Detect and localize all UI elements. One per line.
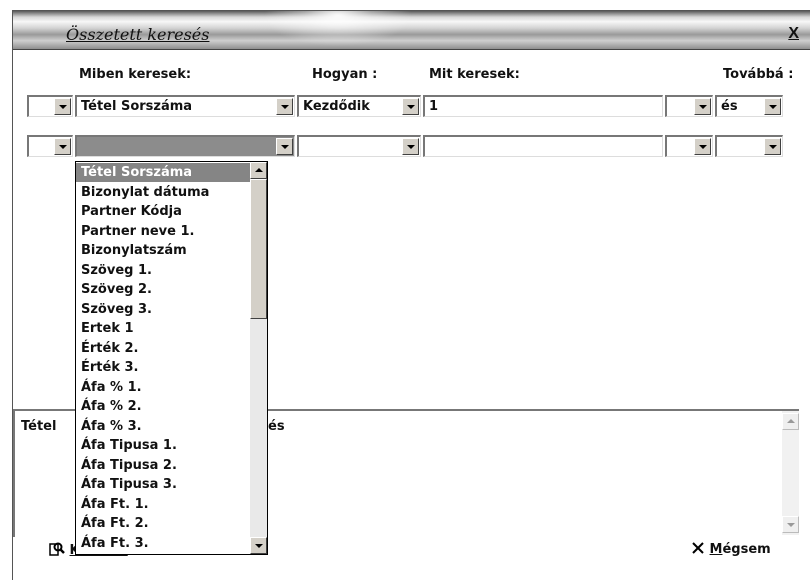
dropdown-item[interactable]: Áfa Ft. 2. (76, 514, 252, 533)
row2-paren-select[interactable] (27, 135, 73, 157)
row1-value-text: 1 (429, 99, 439, 114)
row1-field-value: Tétel Sorszáma (81, 99, 193, 114)
chevron-down-icon[interactable] (764, 138, 781, 155)
dropdown-item[interactable]: Áfa Ft. 3. (76, 534, 252, 553)
scroll-down-icon[interactable] (250, 537, 267, 554)
header-miben: Miben keresek: (79, 67, 192, 82)
title-bar: Összetett keresés X (13, 11, 810, 50)
summary-left-text: Tétel (21, 419, 57, 434)
row1-field-select[interactable]: Tétel Sorszáma (75, 95, 295, 117)
dropdown-item[interactable]: Szöveg 2. (76, 280, 252, 299)
scroll-thumb[interactable] (250, 179, 267, 319)
dropdown-item[interactable]: Érték 2. (76, 339, 252, 358)
dropdown-item[interactable]: Érték 3. (76, 358, 252, 377)
dropdown-item[interactable]: Áfa % 2. (76, 397, 252, 416)
dropdown-item[interactable]: Szöveg 1. (76, 261, 252, 280)
dropdown-item[interactable]: Partner neve 1. (76, 222, 252, 241)
dropdown-item[interactable]: Tétel Sorszáma (76, 163, 252, 182)
chevron-down-icon[interactable] (402, 138, 419, 155)
summary-right-text: és (268, 419, 285, 434)
row2-close-paren-select[interactable] (665, 135, 713, 157)
summary-scrollbar[interactable] (782, 411, 799, 535)
row2-field-select[interactable] (75, 135, 295, 157)
dropdown-item[interactable]: Áfa Ft. 1. (76, 495, 252, 514)
scroll-up-icon[interactable] (782, 413, 799, 430)
close-icon (692, 542, 704, 554)
cancel-accel: M (709, 542, 723, 557)
chevron-down-icon[interactable] (54, 138, 71, 155)
dropdown-item[interactable]: Bizonylatszám (76, 241, 252, 260)
header-tovabba: Továbbá : (723, 67, 794, 82)
chevron-down-icon[interactable] (764, 98, 781, 115)
row1-value-input[interactable]: 1 (423, 95, 663, 117)
chevron-down-icon[interactable] (694, 138, 711, 155)
row2-next-select[interactable] (715, 135, 783, 157)
header-mit: Mit keresek: (429, 67, 520, 82)
row1-next-select[interactable]: és (715, 95, 783, 117)
row1-next-value: és (721, 99, 738, 114)
dropdown-item[interactable]: Partner Kódja (76, 202, 252, 221)
field-dropdown-list[interactable]: Tétel Sorszáma Bizonylat dátuma Partner Kó… (75, 161, 268, 555)
chevron-down-icon[interactable] (54, 98, 71, 115)
row1-how-value: Kezdődik (303, 99, 370, 114)
dialog-title: Összetett keresés (66, 25, 210, 44)
row1-paren-select[interactable] (27, 95, 73, 117)
dropdown-item[interactable]: Áfa % 3. (76, 417, 252, 436)
cancel-button[interactable]: Mégsem (691, 541, 771, 557)
row1-close-paren-select[interactable] (665, 95, 713, 117)
dropdown-item[interactable]: Áfa Tipusa 2. (76, 456, 252, 475)
row2-value-input[interactable] (423, 135, 663, 157)
dropdown-item[interactable]: Bizonylat dátuma (76, 183, 252, 202)
chevron-down-icon[interactable] (402, 98, 419, 115)
search-icon (49, 542, 65, 556)
header-hogyan: Hogyan : (312, 67, 378, 82)
chevron-down-icon[interactable] (276, 98, 293, 115)
close-button[interactable]: X (788, 25, 799, 43)
dialog-window: Összetett keresés X Miben keresek: Hogya… (12, 10, 810, 580)
dropdown-item[interactable]: Áfa % 1. (76, 378, 252, 397)
row1-how-select[interactable]: Kezdődik (297, 95, 421, 117)
dropdown-item[interactable]: Áfa Tipusa 1. (76, 436, 252, 455)
scroll-up-icon[interactable] (250, 162, 267, 179)
cancel-button-label: égsem (722, 542, 771, 557)
chevron-down-icon[interactable] (694, 98, 711, 115)
dropdown-item[interactable]: Szöveg 3. (76, 300, 252, 319)
chevron-down-icon[interactable] (276, 138, 293, 155)
dropdown-item[interactable]: Áfa Tipusa 3. (76, 475, 252, 494)
scroll-down-icon[interactable] (782, 516, 799, 533)
dropdown-scrollbar[interactable] (250, 162, 267, 554)
row2-how-select[interactable] (297, 135, 421, 157)
dropdown-item[interactable]: Ertek 1 (76, 319, 252, 338)
